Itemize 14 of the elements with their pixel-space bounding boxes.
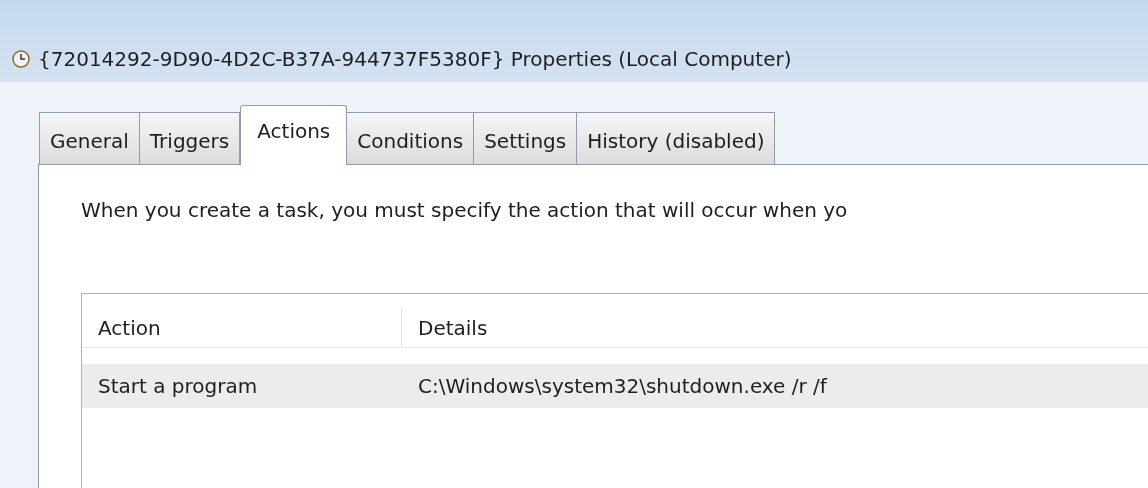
table-row[interactable]: Start a program C:\Windows\system32\shutdown.exe /r /f	[82, 364, 1148, 408]
tab[interactable]: Triggers	[138, 112, 241, 164]
tab[interactable]: History (disabled)	[576, 112, 776, 164]
column-header[interactable]: Details	[402, 308, 1148, 347]
tab[interactable]: General	[39, 112, 140, 164]
table-cell-text: C:\Windows\system32\shutdown.exe /r /f	[417, 373, 829, 400]
tab[interactable]: Actions	[240, 105, 348, 165]
window-title: {72014292-9D90-4D2C-B37A-944737F5380F} Properties (Local Computer)	[38, 46, 792, 73]
tab[interactable]: Settings	[473, 112, 578, 164]
table-cell-text: Start a program	[97, 373, 259, 400]
tab[interactable]: Conditions	[346, 112, 475, 164]
clock-icon	[12, 50, 30, 68]
description-text: When you create a task, you must specify the action that will occur when yo	[81, 197, 849, 224]
column-header[interactable]: Action	[82, 308, 402, 347]
